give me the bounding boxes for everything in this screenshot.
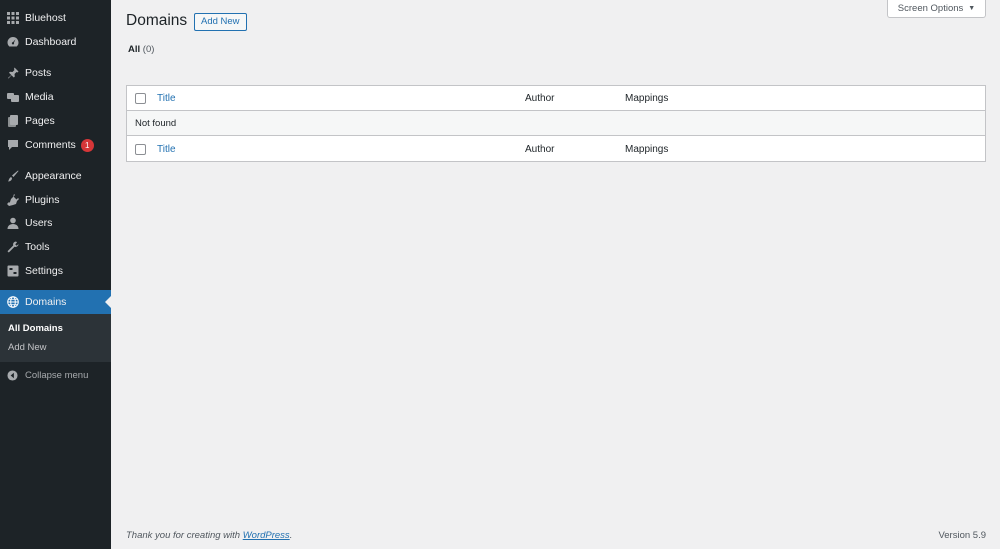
grid-icon <box>7 12 19 24</box>
sidebar-item-label: Tools <box>25 241 50 253</box>
collapse-arrow-icon <box>7 369 18 381</box>
sidebar-item-label: Posts <box>25 67 52 79</box>
globe-icon <box>7 296 19 308</box>
screen-options-label: Screen Options <box>897 3 964 14</box>
page-title: Domains <box>126 12 188 29</box>
sidebar-item-label: Plugins <box>25 194 60 206</box>
table-row: Not found <box>127 111 985 136</box>
wrench-icon <box>7 241 19 253</box>
empty-message: Not found <box>135 117 177 129</box>
column-title-sort-footer[interactable]: Title <box>157 144 176 155</box>
sidebar-item-label: Comments <box>25 139 76 151</box>
column-mappings-footer: Mappings <box>625 144 669 155</box>
column-mappings: Mappings <box>625 92 669 104</box>
footer-thanks-suffix: . <box>289 530 293 541</box>
table-footer-row: Title Author Mappings <box>127 137 985 162</box>
table-header-row: Title Author Mappings <box>127 86 985 111</box>
sidebar-item-label: Settings <box>25 265 63 277</box>
sidebar-item-settings[interactable]: Settings <box>0 260 111 282</box>
select-all-checkbox[interactable] <box>135 92 146 104</box>
sidebar-item-posts[interactable]: Posts <box>0 62 111 84</box>
footer-thanks: Thank you for creating with WordPress. <box>126 530 292 541</box>
screen-options-button[interactable]: Screen Options ▼ <box>887 0 986 18</box>
sidebar-item-label: Users <box>25 217 53 229</box>
column-author: Author <box>525 92 555 104</box>
media-icon <box>7 91 19 103</box>
comment-count-badge: 1 <box>80 138 94 152</box>
plugin-icon <box>7 194 19 206</box>
sidebar-item-label: Pages <box>25 115 55 127</box>
add-new-button[interactable]: Add New <box>194 13 247 31</box>
sidebar-item-pages[interactable]: Pages <box>0 110 111 132</box>
collapse-menu-label: Collapse menu <box>25 369 89 381</box>
pin-icon <box>7 67 19 79</box>
sidebar-item-label: Appearance <box>25 170 82 182</box>
sidebar-item-label: Domains <box>25 296 67 308</box>
sidebar-item-label: Media <box>25 91 54 103</box>
sidebar-item-domains[interactable]: Domains <box>0 290 111 314</box>
sidebar-item-dashboard[interactable]: Dashboard <box>0 31 111 53</box>
brush-icon <box>7 170 19 182</box>
footer-thanks-prefix: Thank you for creating with <box>126 530 243 541</box>
dashboard-icon <box>7 36 19 48</box>
sidebar-item-users[interactable]: Users <box>0 212 111 234</box>
sidebar-item-appearance[interactable]: Appearance <box>0 165 111 187</box>
view-all-count: (0) <box>142 44 155 55</box>
comment-icon <box>7 139 19 151</box>
admin-sidebar: Bluehost Dashboard Posts Media Pages Com… <box>0 0 111 549</box>
sidebar-item-plugins[interactable]: Plugins <box>0 189 111 211</box>
dropdown-arrow-icon: ▼ <box>968 5 976 12</box>
sidebar-item-bluehost[interactable]: Bluehost <box>0 7 111 29</box>
view-all-link[interactable]: All <box>128 44 140 55</box>
select-all-checkbox-footer[interactable] <box>135 144 146 155</box>
submenu-add-new[interactable]: Add New <box>8 342 47 353</box>
sidebar-item-media[interactable]: Media <box>0 86 111 108</box>
submenu-all-domains[interactable]: All Domains <box>8 323 63 334</box>
column-title-sort[interactable]: Title <box>157 93 176 104</box>
sidebar-item-comments[interactable]: Comments 1 <box>0 134 111 156</box>
sidebar-item-label: Dashboard <box>25 36 77 48</box>
footer-version: Version 5.9 <box>938 530 986 541</box>
pages-icon <box>7 115 19 127</box>
domains-table: Title Author Mappings Not found Title Au… <box>126 85 986 162</box>
settings-icon <box>7 265 19 277</box>
domains-submenu: All Domains Add New <box>0 314 111 362</box>
column-author-footer: Author <box>525 144 555 155</box>
wordpress-link[interactable]: WordPress <box>243 530 290 541</box>
sidebar-item-tools[interactable]: Tools <box>0 236 111 258</box>
view-filters: All (0) <box>128 44 154 55</box>
collapse-menu-button[interactable]: Collapse menu <box>0 366 111 384</box>
user-icon <box>7 217 19 229</box>
sidebar-item-label: Bluehost <box>25 12 66 24</box>
